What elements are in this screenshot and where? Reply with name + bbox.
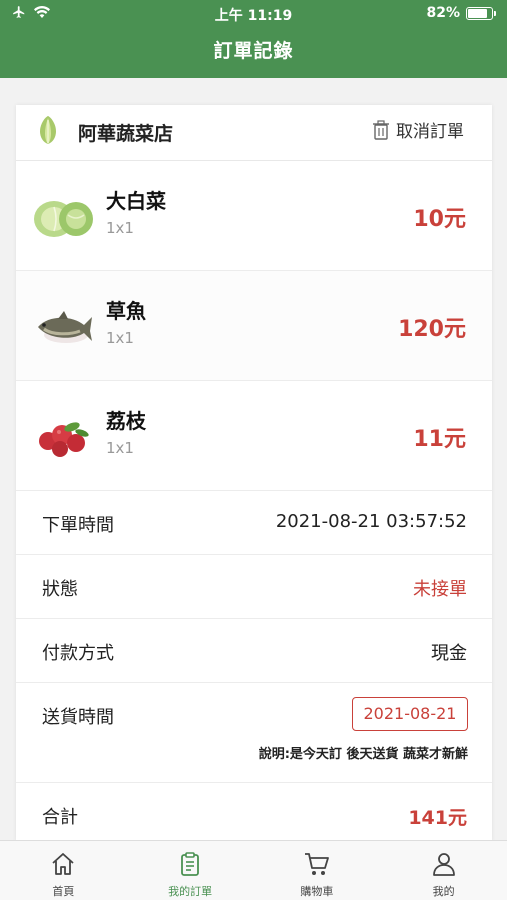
lettuce-icon [40,116,56,144]
order-list-icon [181,852,200,876]
item-name: 草魚 [106,299,146,323]
cancel-order-button[interactable]: 取消訂單 [372,117,464,142]
cancel-order-label: 取消訂單 [396,122,464,142]
order-time-value: 2021-08-21 03:57:52 [275,511,467,532]
delivery-note: 說明:是今天訂 後天送貨 蔬菜才新鮮 [258,747,468,762]
store-name: 阿華蔬菜店 [78,123,174,145]
item-price: 120元 [398,317,466,342]
item-quantity: 1x1 [106,219,134,237]
status-badge: 未接單 [413,579,467,600]
order-time-row: 下單時間 2021-08-21 03:57:52 [16,491,492,555]
total-label: 合計 [42,807,78,828]
item-quantity: 1x1 [106,329,134,347]
app-header: 上午 11:19 82% 訂單記錄 [0,0,507,78]
order-item: 大白菜 1x1 10元 [16,161,492,271]
order-time-label: 下單時間 [42,515,114,536]
item-name: 荔枝 [106,409,146,433]
order-item: 草魚 1x1 120元 [16,271,492,381]
tab-label: 購物車 [300,885,334,898]
page-title: 訂單記錄 [213,40,294,62]
tab-label: 我的 [432,885,455,898]
tab-label: 我的訂單 [168,885,213,898]
tab-home[interactable]: 首頁 [0,841,127,900]
battery-percent: 82% [426,5,460,21]
user-icon [432,853,455,876]
payment-row: 付款方式 現金 [16,619,492,683]
trash-icon [373,119,389,140]
item-name: 大白菜 [106,189,166,213]
payment-value: 現金 [431,643,467,664]
item-quantity: 1x1 [106,439,134,457]
battery-icon [466,6,496,20]
home-icon [52,853,74,875]
order-item: 荔枝 1x1 11元 [16,381,492,491]
cabbage-image [34,201,93,237]
total-value: 141元 [408,807,467,829]
order-card: 阿華蔬菜店 取消訂單 大白菜 1x1 10元 草魚 1x1 120元 荔枝 1x… [16,105,492,841]
status-bar: 上午 11:19 82% [0,0,507,28]
delivery-date-button[interactable]: 2021-08-21 [352,697,468,731]
status-row: 狀態 未接單 [16,555,492,619]
fish-image [38,311,92,343]
cart-icon [304,853,329,875]
store-row: 阿華蔬菜店 取消訂單 [16,105,492,161]
lychee-image [39,422,89,457]
tab-my-orders[interactable]: 我的訂單 [127,841,254,900]
delivery-row: 送貨時間 2021-08-21 說明:是今天訂 後天送貨 蔬菜才新鮮 [16,683,492,783]
total-row: 合計 141元 [16,783,492,841]
status-label: 狀態 [42,579,78,600]
tab-bar: 首頁 我的訂單 購物車 我的 [0,840,507,900]
delivery-label: 送貨時間 [42,707,114,728]
item-price: 10元 [413,207,466,232]
tab-cart[interactable]: 購物車 [254,841,381,900]
tab-label: 首頁 [52,885,75,898]
payment-label: 付款方式 [42,643,114,664]
tab-profile[interactable]: 我的 [380,841,507,900]
item-price: 11元 [413,427,466,452]
